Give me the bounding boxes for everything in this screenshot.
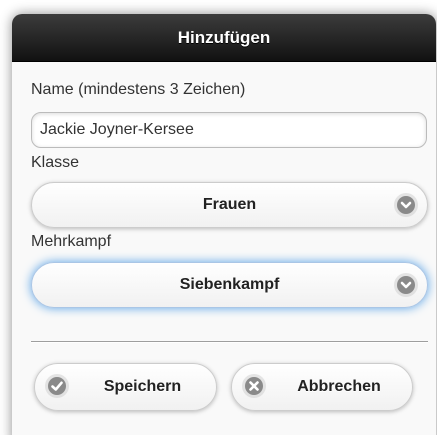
chevron-down-icon xyxy=(397,276,415,294)
class-label: Klasse xyxy=(31,154,80,171)
cancel-button[interactable]: Abbrechen xyxy=(231,363,413,411)
add-dialog: Hinzufügen Name (mindestens 3 Zeichen) K… xyxy=(12,14,436,435)
class-select-value: Frauen xyxy=(202,196,257,213)
divider xyxy=(31,341,428,343)
event-label: Mehrkampf xyxy=(31,233,112,250)
dialog-title: Hinzufügen xyxy=(12,14,436,62)
page: Hinzufügen Name (mindestens 3 Zeichen) K… xyxy=(0,0,437,435)
name-label: Name (mindestens 3 Zeichen) xyxy=(31,81,246,98)
event-select[interactable]: Siebenkampf xyxy=(31,262,428,308)
chevron-down-icon xyxy=(397,196,415,214)
event-select-value: Siebenkampf xyxy=(179,276,280,293)
name-input[interactable] xyxy=(31,112,427,148)
check-icon xyxy=(48,377,66,395)
save-button[interactable]: Speichern xyxy=(34,363,217,411)
cancel-button-label: Abbrechen xyxy=(297,378,381,395)
class-select[interactable]: Frauen xyxy=(31,182,428,228)
close-icon xyxy=(245,377,263,395)
save-button-label: Speichern xyxy=(103,378,182,395)
